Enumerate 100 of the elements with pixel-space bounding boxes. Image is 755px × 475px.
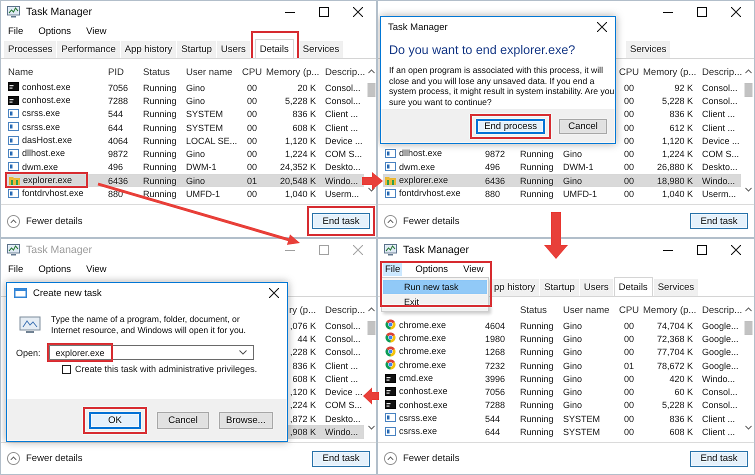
close-button[interactable] [597, 22, 607, 32]
menu-item[interactable]: File [6, 24, 26, 38]
column-header[interactable]: Descrip... [320, 67, 364, 78]
menu-item[interactable]: Options [413, 262, 450, 276]
console-icon [385, 386, 396, 396]
table-cell-text: 00 [622, 400, 635, 410]
dialog-button[interactable]: Cancel [157, 412, 209, 428]
column-header[interactable]: CPU [617, 67, 641, 78]
fewer-details-toggle[interactable]: Fewer details [384, 452, 460, 465]
column-header[interactable]: User name [561, 305, 617, 316]
table-cell-text: 836 K [668, 109, 694, 120]
table-cell: csrss.exe [399, 426, 438, 436]
tab[interactable]: Services [626, 41, 670, 58]
tab[interactable]: Services [298, 41, 344, 58]
fewer-details-toggle[interactable]: Fewer details [7, 214, 82, 228]
window-icon [8, 162, 19, 172]
table-row[interactable]: dllhost.exe 9872 Running Gino 00 1,224 K COM S... [383, 147, 741, 161]
menu-item[interactable]: Options [36, 262, 74, 276]
end-task-button[interactable]: End task [312, 213, 370, 229]
table-row[interactable]: conhost.exe 7288 Running Gino 00 5,228 K Consol... [6, 94, 364, 108]
table-cell-text: Consol... [701, 387, 739, 398]
tab[interactable]: Users [216, 41, 250, 58]
tab[interactable]: Performance [57, 41, 120, 58]
table-cell-text: 00 [622, 136, 635, 146]
menu-item[interactable]: View [461, 262, 486, 276]
table-row[interactable]: fontdrvhost.exe 880 Running UMFD-1 00 1,040 K Userm... [383, 187, 741, 201]
table-row[interactable]: csrss.exe 544 Running SYSTEM 00 836 K Client ... [383, 412, 741, 426]
table-cell-text: Userm... [324, 189, 360, 200]
fewer-details-toggle[interactable]: Fewer details [384, 214, 460, 228]
table-cell-text: Consol... [324, 320, 362, 331]
dialog-button[interactable]: Browse... [219, 412, 273, 428]
table-row[interactable]: explorer.exe 6436 Running Gino 01 20,548 K Windo... [6, 174, 364, 188]
tab[interactable]: Details [614, 277, 653, 296]
fewer-details-toggle[interactable]: Fewer details [7, 452, 82, 465]
menu-item[interactable]: File [6, 262, 26, 276]
table-row[interactable]: csrss.exe 644 Running SYSTEM 00 608 K Client ... [6, 120, 364, 134]
table-row[interactable]: chrome.exe 7232 Running Gino 01 78,672 K Google... [383, 358, 741, 372]
checkbox[interactable] [62, 364, 71, 374]
column-header[interactable]: Descrip... [697, 305, 741, 316]
menu-item[interactable]: Exit [383, 295, 487, 309]
table-row[interactable]: cmd.exe 3996 Running Gino 00 420 K Windo... [383, 372, 741, 386]
tab[interactable]: Startup [177, 41, 216, 58]
table-row[interactable]: conhost.exe 7056 Running Gino 00 20 K Consol... [6, 81, 364, 94]
tab[interactable]: Users [580, 279, 613, 296]
column-header[interactable]: CPU [240, 67, 264, 78]
column-header[interactable]: User name [184, 67, 240, 78]
dialog-button[interactable]: End process [476, 118, 545, 134]
column-header[interactable]: Memory (p... [264, 67, 320, 78]
table-row[interactable]: dwm.exe 496 Running DWM-1 00 24,352 K Deskto... [6, 160, 364, 174]
table-row[interactable]: csrss.exe 544 Running SYSTEM 00 836 K Client ... [6, 108, 364, 121]
tab[interactable]: App history [120, 41, 176, 58]
column-header[interactable]: Memory (p... [641, 67, 697, 78]
column-header[interactable]: Name [6, 67, 106, 78]
close-button[interactable] [731, 245, 741, 255]
tab[interactable]: Startup [540, 279, 579, 296]
table-row[interactable]: conhost.exe 7288 Running Gino 00 5,228 K Consol... [383, 398, 741, 412]
maximize-button[interactable] [697, 7, 707, 17]
table-cell-text: Running [142, 162, 178, 172]
maximize-button[interactable] [697, 245, 707, 255]
close-button[interactable] [353, 7, 363, 17]
table-row[interactable]: conhost.exe 7056 Running Gino 00 60 K Consol... [383, 385, 741, 399]
column-header[interactable]: Descrip... [320, 305, 364, 316]
input-field[interactable]: explorer.exe [48, 345, 254, 360]
end-task-button[interactable]: End task [690, 213, 748, 229]
tab[interactable]: Services [654, 279, 698, 296]
table-row[interactable]: chrome.exe 1980 Running Gino 00 72,368 K Google... [383, 332, 741, 346]
dialog-button[interactable]: OK [89, 412, 141, 428]
tab[interactable]: Processes [4, 41, 56, 58]
column-header[interactable]: Status [141, 67, 184, 78]
table-row[interactable]: chrome.exe 4604 Running Gino 00 74,704 K Google... [383, 319, 741, 332]
table-row[interactable]: dllhost.exe 9872 Running Gino 00 1,224 K COM S... [6, 147, 364, 161]
menu-item[interactable]: File [383, 262, 402, 276]
table-cell-text: 9872 [484, 149, 506, 160]
table-row[interactable]: dwm.exe 496 Running DWM-1 00 26,880 K Deskto... [383, 160, 741, 174]
column-header[interactable]: Descrip... [697, 67, 741, 78]
table-cell-text: 60 K [673, 387, 694, 398]
close-button[interactable] [269, 288, 279, 298]
tab[interactable]: pp history [490, 279, 540, 296]
column-header[interactable]: Status [518, 305, 561, 316]
end-task-button[interactable]: End task [312, 450, 370, 466]
tab[interactable]: Details [254, 39, 294, 58]
table-row[interactable]: chrome.exe 1268 Running Gino 00 77,704 K Google... [383, 346, 741, 359]
end-task-button[interactable]: End task [690, 450, 748, 466]
table-row[interactable]: explorer.exe 6436 Running Gino 00 18,980 K Windo... [383, 174, 741, 188]
dialog-button[interactable]: Cancel [559, 118, 607, 134]
column-header[interactable]: Memory (p... [641, 305, 697, 316]
menu-item[interactable]: Run new task [383, 280, 487, 294]
menu-item[interactable]: View [84, 262, 108, 276]
menu-item[interactable]: View [84, 24, 108, 38]
column-header[interactable]: CPU [617, 305, 641, 316]
table-row[interactable]: csrss.exe 644 Running SYSTEM 00 608 K Client ... [383, 425, 741, 439]
menu-item[interactable]: Options [36, 24, 74, 38]
close-button[interactable] [731, 7, 741, 17]
table-cell-text: Gino [562, 360, 584, 371]
table-row[interactable]: dasHost.exe 4064 Running LOCAL SE... 00 1,120 K Device ... [6, 134, 364, 148]
table-cell: fontdrvhost.exe [399, 188, 461, 198]
table-cell-text: ,908 K [288, 427, 317, 438]
maximize-button[interactable] [319, 7, 329, 17]
caret-icon[interactable] [238, 350, 247, 356]
column-header[interactable]: PID [106, 67, 141, 78]
